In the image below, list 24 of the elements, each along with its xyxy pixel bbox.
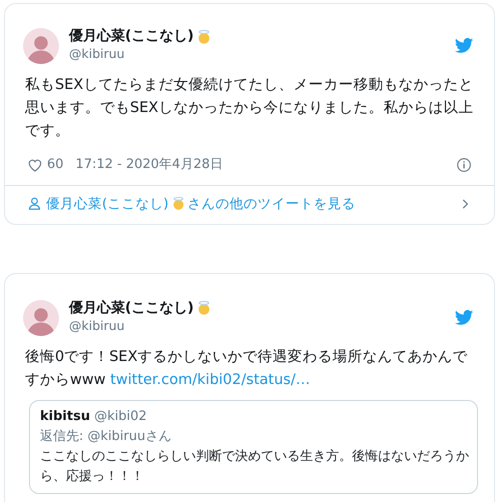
quoted-author: kibitsu @kibi02 — [40, 408, 148, 426]
halo-icon — [196, 300, 212, 316]
author-handle[interactable]: @kibiruu — [69, 318, 454, 332]
avatar[interactable] — [23, 28, 59, 64]
bird-icon[interactable] — [454, 36, 474, 56]
heart-icon[interactable] — [27, 156, 43, 173]
quoted-tweet[interactable]: kibitsu @kibi02 返信先: @kibiruuさん ここなしのここなしらしい判断で決めている生き方。後悔はないだろうから、応援っ！！！ — [29, 400, 478, 494]
like-count: 60 — [47, 156, 64, 174]
halo-icon — [170, 196, 186, 212]
halo-icon — [196, 28, 212, 44]
tweet-text: 後悔0です！SEXするかしないかで待遇変わる場所なんてあかんですからwww twitter.com/kibi02/status/… — [24, 348, 469, 390]
person-icon — [27, 196, 42, 212]
tweet-timestamp[interactable]: 17:12 - 2020年4月28日 — [76, 155, 223, 174]
tweet-link[interactable]: twitter.com/kibi02/status/… — [110, 372, 310, 388]
avatar[interactable] — [23, 300, 59, 336]
tweet-text: 私もSEXしてたらまだ女優続けてたし、メーカー移動もなかったと思います。でもSEXしなかったから今になりました。私からは以上です。 — [24, 76, 474, 141]
more-tweets-link[interactable]: 優月心菜(ここなし) さんの他のツイートを見る — [27, 194, 458, 214]
author-handle[interactable]: @kibiruu — [69, 47, 454, 61]
author-name[interactable]: 優月心菜(ここなし) — [69, 298, 194, 319]
reply-to: 返信先: @kibiruuさん — [40, 428, 172, 446]
author-name[interactable]: 優月心菜(ここなし) — [69, 26, 194, 47]
quoted-text: ここなしのここなしらしい判断で決めている生き方。後悔はないだろうから、応援っ！！！ — [40, 448, 469, 486]
bird-icon[interactable] — [454, 308, 474, 328]
info-icon[interactable] — [456, 156, 472, 173]
